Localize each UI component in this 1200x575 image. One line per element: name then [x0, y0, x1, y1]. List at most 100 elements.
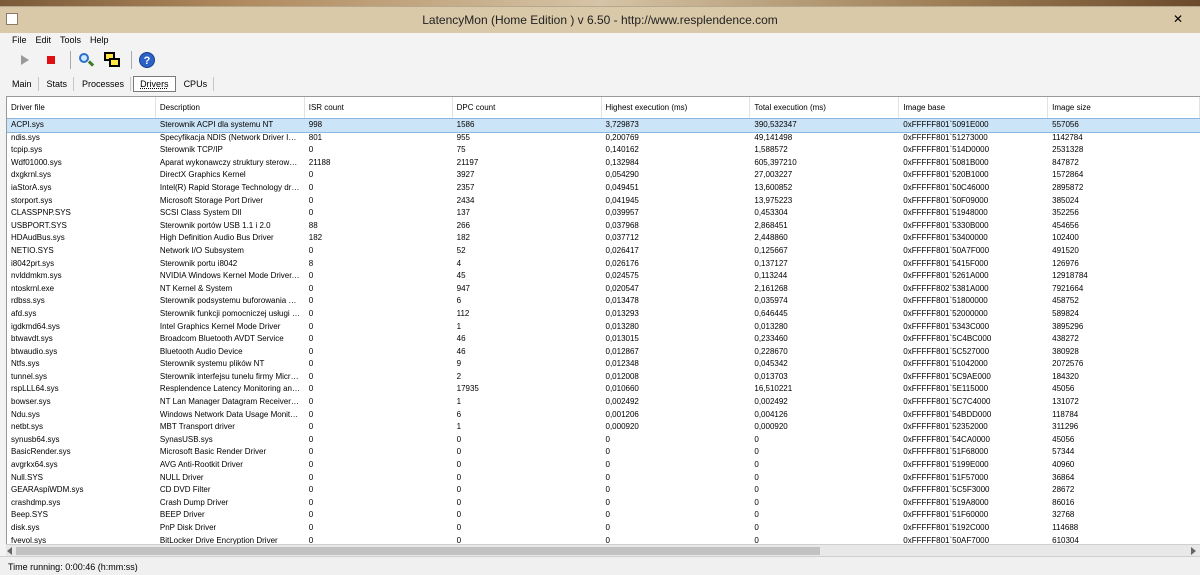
table-cell: 0	[605, 460, 610, 470]
windows-button[interactable]	[101, 49, 123, 71]
scroll-right-icon[interactable]	[1191, 547, 1196, 555]
table-row[interactable]: bowser.sys NT Lan Manager Datagram Receiv…	[7, 396, 1200, 409]
table-cell: 0xFFFFF801`51948000	[903, 208, 988, 218]
table-row[interactable]: iaStorA.sys Intel(R) Rapid Storage Techno…	[7, 182, 1200, 195]
table-row[interactable]: storport.sys Microsoft Storage Port Drive…	[7, 195, 1200, 208]
table-cell: DirectX Graphics Kernel	[159, 170, 246, 180]
column-header[interactable]: Driver file	[7, 97, 156, 118]
table-row[interactable]: USBPORT.SYS Sterownik portów USB 1.1 i 2.…	[7, 220, 1200, 233]
column-header[interactable]: Total execution (ms)	[750, 97, 900, 118]
table-cell: 2,161268	[754, 283, 788, 293]
table-cell: 57344	[1052, 447, 1075, 457]
table-cell: NVIDIA Windows Kernel Mode Driver, Versi…	[159, 271, 305, 281]
table-cell: 2531328	[1052, 145, 1084, 155]
table-cell: 0	[754, 472, 759, 482]
table-cell: 0	[308, 422, 314, 432]
table-row[interactable]: Ntfs.sys Sterownik systemu plików NT 0 9 0,0…	[7, 358, 1200, 371]
menu-tools[interactable]: Tools	[60, 35, 81, 45]
table-cell: 4	[456, 258, 462, 268]
tab-drivers[interactable]: Drivers	[133, 76, 176, 92]
analyze-button[interactable]	[75, 49, 97, 71]
table-row[interactable]: dxgkrnl.sys DirectX Graphics Kernel 0 3927 0…	[7, 169, 1200, 182]
start-button[interactable]	[14, 49, 36, 71]
table-cell: Broadcom Bluetooth AVDT Service	[159, 334, 284, 344]
table-cell: 947	[456, 283, 470, 293]
table-row[interactable]: i8042prt.sys Sterownik portu i8042 8 4 0,026…	[7, 258, 1200, 271]
table-row[interactable]: tunnel.sys Sterownik interfejsu tunelu fi…	[7, 371, 1200, 384]
menu-help[interactable]: Help	[90, 35, 109, 45]
table-row[interactable]: NETIO.SYS Network I/O Subsystem 0 52 0,02641…	[7, 245, 1200, 258]
table-cell: 0	[456, 485, 462, 495]
close-button[interactable]: ✕	[1164, 11, 1192, 27]
table-row[interactable]: ndis.sys Specyfikacja NDIS (Network Drive…	[7, 132, 1200, 145]
tab-cpus[interactable]: CPUs	[178, 77, 215, 91]
table-row[interactable]: Null.SYS NULL Driver 0 0 0 0 0xFFFFF801`51F570…	[7, 472, 1200, 485]
table-cell: 2,448860	[754, 233, 788, 243]
tab-main[interactable]: Main	[6, 77, 39, 91]
column-header[interactable]: DPC count	[453, 97, 602, 118]
table-cell: Intel(R) Rapid Storage Technology driver	[159, 182, 305, 192]
table-cell: 0,004126	[754, 409, 788, 419]
table-row[interactable]: Ndu.sys Windows Network Data Usage Monito…	[7, 409, 1200, 422]
table-cell: 0,010660	[605, 384, 639, 394]
table-cell: PnP Disk Driver	[159, 523, 217, 532]
table-row[interactable]: BasicRender.sys Microsoft Basic Render Dr…	[7, 446, 1200, 459]
table-cell: 49,141498	[754, 132, 793, 142]
table-row[interactable]: avgrkx64.sys AVG Anti-Rootkit Driver 0 0 0 0 0…	[7, 459, 1200, 472]
column-header[interactable]: ISR count	[305, 97, 453, 118]
table-cell: Microsoft Storage Port Driver	[159, 195, 264, 205]
table-cell: 998	[308, 120, 323, 129]
tab-processes[interactable]: Processes	[76, 77, 132, 91]
table-row[interactable]: netbt.sys MBT Transport driver 0 1 0,000920 0…	[7, 421, 1200, 434]
table-cell: 0	[308, 472, 314, 482]
column-header[interactable]: Highest execution (ms)	[602, 97, 751, 118]
table-row[interactable]: disk.sys PnP Disk Driver 0 0 0 0 0xFFFFF801`51…	[7, 522, 1200, 535]
table-cell: 45	[456, 271, 466, 281]
horizontal-scrollbar[interactable]	[6, 544, 1200, 556]
table-row[interactable]: igdkmd64.sys Intel Graphics Kernel Mode D…	[7, 321, 1200, 334]
tab-stats[interactable]: Stats	[41, 77, 75, 91]
table-cell: 801	[308, 132, 323, 142]
table-cell: 8	[308, 258, 314, 268]
table-row[interactable]: crashdmp.sys Crash Dump Driver 0 0 0 0 0xFFFFF…	[7, 497, 1200, 510]
scroll-left-icon[interactable]	[7, 547, 12, 555]
table-row[interactable]: rspLLL64.sys Resplendence Latency Monitor…	[7, 383, 1200, 396]
table-cell: 6	[456, 409, 462, 419]
table-row[interactable]: Wdf01000.sys Aparat wykonawczy struktury …	[7, 157, 1200, 170]
table-row[interactable]: rdbss.sys Sterownik podsystemu buforowani…	[7, 295, 1200, 308]
table-row[interactable]: GEARAspiWDM.sys CD DVD Filter 0 0 0 0 0xFFFFF8…	[7, 484, 1200, 497]
table-row[interactable]: fvevol.sys BitLocker Drive Encryption Dri…	[7, 535, 1200, 544]
table-row[interactable]: HDAudBus.sys High Definition Audio Bus Dr…	[7, 232, 1200, 245]
table-row[interactable]: ACPI.sys Sterownik ACPI dla systemu NT 998…	[7, 118, 1200, 133]
table-cell: 2895872	[1052, 182, 1084, 192]
column-header[interactable]: Description	[156, 97, 305, 118]
column-header[interactable]: Image size	[1048, 97, 1200, 118]
table-cell: 0	[456, 523, 462, 532]
table-cell: Ntfs.sys	[11, 359, 40, 369]
table-row[interactable]: btwavdt.sys Broadcom Bluetooth AVDT Servi…	[7, 333, 1200, 346]
column-header[interactable]: Image base	[899, 97, 1049, 118]
table-row[interactable]: nvlddmkm.sys NVIDIA Windows Kernel Mode D…	[7, 270, 1200, 283]
help-button[interactable]: ?	[136, 49, 158, 71]
table-cell: 0	[605, 523, 610, 532]
table-row[interactable]: ntoskrnl.exe NT Kernel & System 0 947 0,0205…	[7, 283, 1200, 296]
table-cell: Wdf01000.sys	[11, 157, 62, 167]
table-cell: NT Kernel & System	[159, 283, 233, 293]
table-cell: 12918784	[1052, 271, 1088, 281]
table-row[interactable]: afd.sys Sterownik funkcji pomocniczej usł…	[7, 308, 1200, 321]
table-cell: 0xFFFFF801`5081B000	[903, 157, 989, 167]
table-cell: Sterownik ACPI dla systemu NT	[159, 120, 274, 129]
table-row[interactable]: CLASSPNP.SYS SCSI Class System Dll 0 137 0,0…	[7, 207, 1200, 220]
table-row[interactable]: Beep.SYS BEEP Driver 0 0 0 0 0xFFFFF801`51F600…	[7, 509, 1200, 522]
scrollbar-thumb[interactable]	[16, 547, 820, 555]
table-row[interactable]: tcpip.sys Sterownik TCP/IP 0 75 0,140162 1,58…	[7, 144, 1200, 157]
table-cell: GEARAspiWDM.sys	[11, 485, 84, 495]
table-cell: 0,035974	[754, 296, 788, 306]
table-row[interactable]: btwaudio.sys Bluetooth Audio Device 0 46 0,0…	[7, 346, 1200, 359]
menu-file[interactable]: File	[12, 35, 27, 45]
menu-edit[interactable]: Edit	[36, 35, 52, 45]
table-cell: dxgkrnl.sys	[11, 170, 52, 180]
table-row[interactable]: synusb64.sys SynasUSB.sys 0 0 0 0 0xFFFFF801`5…	[7, 434, 1200, 447]
table-cell: 0xFFFFF801`5343C000	[903, 321, 990, 331]
stop-button[interactable]	[40, 49, 62, 71]
